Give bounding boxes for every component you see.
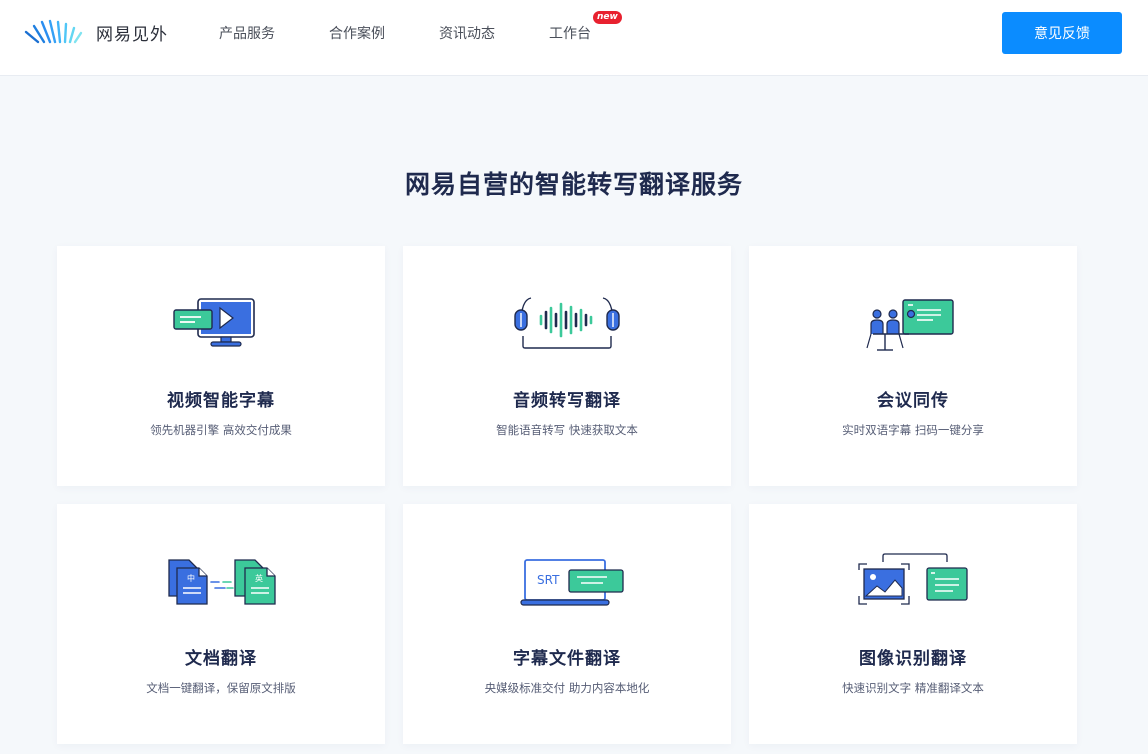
- card-title: 视频智能字幕: [167, 391, 275, 411]
- card-title: 音频转写翻译: [513, 391, 621, 411]
- document-translate-icon: 中 英: [161, 548, 281, 618]
- card-description: 智能语音转写 快速获取文本: [496, 423, 638, 437]
- meeting-interpret-icon: [853, 290, 973, 360]
- nav-item-cases[interactable]: 合作案例: [329, 23, 385, 43]
- logo[interactable]: 网易见外: [24, 18, 168, 46]
- card-description: 领先机器引擎 高效交付成果: [150, 423, 292, 437]
- srt-label: SRT: [537, 573, 560, 587]
- service-card-meeting-interpret[interactable]: 会议同传 实时双语字幕 扫码一键分享: [749, 246, 1077, 486]
- new-badge: new: [593, 11, 622, 24]
- service-card-document-translate[interactable]: 中 英 文档翻译 文档一键翻译，保留原文排版: [57, 504, 385, 744]
- card-title: 图像识别翻译: [859, 649, 967, 669]
- nav-item-workspace[interactable]: 工作台: [549, 23, 591, 43]
- card-description: 央媒级标准交付 助力内容本地化: [484, 681, 650, 695]
- service-card-video-subtitle[interactable]: 视频智能字幕 领先机器引擎 高效交付成果: [57, 246, 385, 486]
- srt-file-icon: SRT: [507, 548, 627, 618]
- feedback-button[interactable]: 意见反馈: [1002, 12, 1122, 54]
- video-subtitle-icon: [161, 290, 281, 360]
- nav-item-news[interactable]: 资讯动态: [439, 23, 495, 43]
- service-card-subtitle-file[interactable]: SRT 字幕文件翻译 央媒级标准交付 助力内容本地化: [403, 504, 731, 744]
- card-title: 会议同传: [877, 391, 949, 411]
- nav-item-products[interactable]: 产品服务: [219, 23, 275, 43]
- logo-text: 网易见外: [96, 24, 168, 45]
- card-title: 文档翻译: [185, 649, 257, 669]
- section-title: 网易自营的智能转写翻译服务: [404, 170, 743, 199]
- logo-icon: [24, 19, 83, 44]
- english-label: 英: [255, 573, 263, 583]
- card-description: 文档一键翻译，保留原文排版: [146, 681, 296, 695]
- service-card-image-recognition[interactable]: 图像识别翻译 快速识别文字 精准翻译文本: [749, 504, 1077, 744]
- top-navbar: 网易见外 产品服务 合作案例 资讯动态 工作台 new 意见反馈: [0, 0, 1148, 76]
- card-title: 字幕文件翻译: [513, 649, 621, 669]
- chinese-label: 中: [187, 573, 195, 583]
- headphones-waveform-icon: [507, 290, 627, 360]
- service-card-audio-transcription[interactable]: 音频转写翻译 智能语音转写 快速获取文本: [403, 246, 731, 486]
- image-recognition-icon: [853, 548, 973, 618]
- card-description: 快速识别文字 精准翻译文本: [842, 681, 984, 695]
- card-description: 实时双语字幕 扫码一键分享: [842, 423, 984, 437]
